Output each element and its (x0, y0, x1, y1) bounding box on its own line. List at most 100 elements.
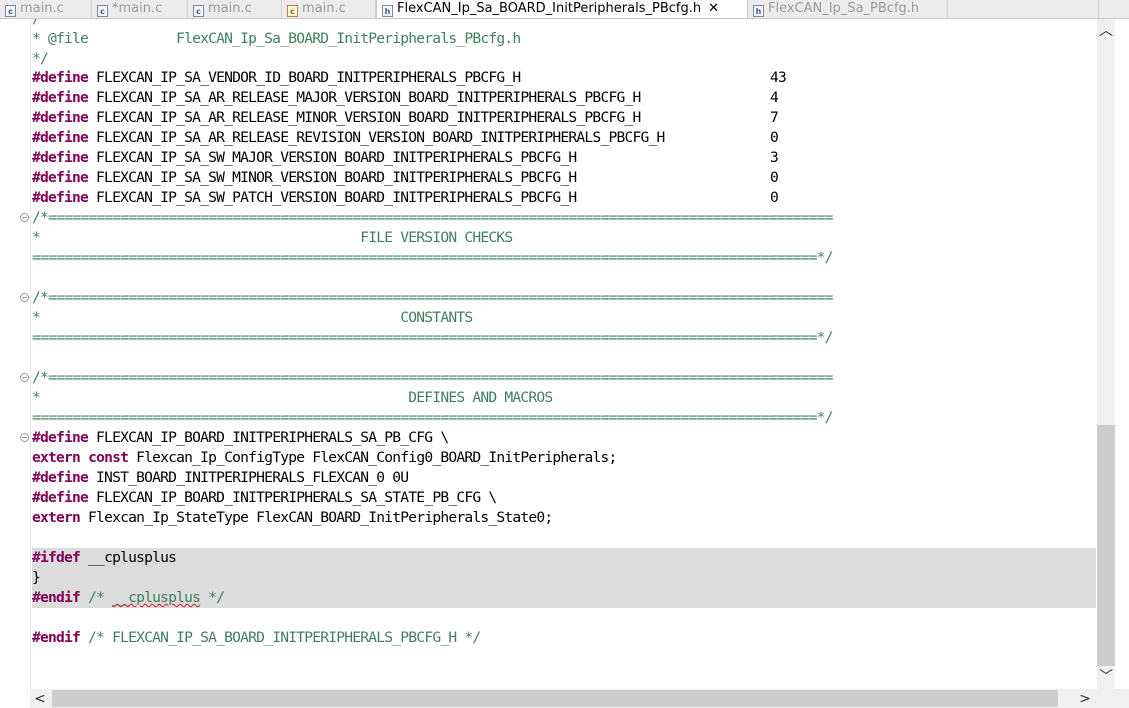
horizontal-scroll-thumb[interactable] (52, 690, 1058, 707)
comment: /* FLEXCAN_IP_SA_BOARD_INITPERIPHERALS_P… (80, 629, 481, 646)
tab-label: *main.c (112, 1, 163, 16)
fold-collapse-icon[interactable]: − (20, 293, 29, 302)
macro-value: 43 (770, 69, 787, 86)
c-file-icon: c (97, 5, 108, 17)
keyword: #endif (32, 589, 81, 606)
keyword: const (88, 449, 129, 466)
tab-overflow-area (1098, 0, 1121, 18)
scroll-right-icon[interactable]: > (1076, 690, 1094, 708)
h-file-icon: h (753, 5, 764, 17)
code-editor[interactable]: / * @file FlexCAN_Ip_Sa_BOARD_InitPeriph… (12, 19, 1096, 689)
code-line: /*======================================… (32, 289, 833, 306)
code-line: #define FLEXCAN_IP_SA_SW_MINOR_VERSION_B… (32, 168, 577, 188)
tab-label: main.c (20, 1, 64, 16)
keyword: #define (32, 69, 89, 86)
scroll-down-icon[interactable]: ﹀ (1097, 668, 1115, 686)
code-line: ========================================… (32, 409, 833, 426)
code-line: #define FLEXCAN_IP_SA_AR_RELEASE_MINOR_V… (32, 108, 641, 128)
code-line: / (32, 19, 41, 29)
code-line: #define FLEXCAN_IP_SA_AR_RELEASE_REVISIO… (32, 128, 665, 148)
gutter-separator (30, 19, 31, 689)
macro-value: 0 (770, 169, 779, 186)
editor-tab-bar: c main.c c *main.c c main.c c main.c h FlexCA… (0, 0, 1129, 19)
code-line: #define FLEXCAN_IP_BOARD_INITPERIPHERALS… (32, 428, 449, 448)
macro-value: 3 (770, 149, 779, 166)
tab-label: main.c (302, 1, 346, 16)
macro-value: 4 (770, 89, 779, 106)
macro-value: 0 (770, 189, 779, 206)
tab-label: FlexCAN_Ip_Sa_BOARD_InitPeripherals_PBcf… (397, 1, 702, 16)
overview-ruler (1115, 19, 1129, 689)
keyword: extern (32, 449, 81, 466)
code-line: #endif /* __cplusplus */ (32, 588, 225, 608)
tab-main-c-1[interactable]: c main.c (0, 0, 92, 18)
tab-main-c-2[interactable]: c *main.c (92, 0, 188, 18)
keyword: #endif (32, 629, 81, 646)
tab-main-c-4[interactable]: c main.c (282, 0, 376, 18)
fold-collapse-icon[interactable]: − (20, 373, 29, 382)
code-line: #ifdef __cplusplus (32, 548, 177, 568)
comment: /* (80, 589, 113, 606)
keyword: #define (32, 189, 89, 206)
code-line: #endif /* FLEXCAN_IP_SA_BOARD_INITPERIPH… (32, 628, 481, 648)
close-icon[interactable]: ✕ (708, 1, 719, 16)
c-file-icon: c (193, 5, 204, 17)
comment: */ (200, 589, 225, 606)
code-line: #define INST_BOARD_INITPERIPHERALS_FLEXC… (32, 468, 409, 488)
fold-collapse-icon[interactable]: − (20, 213, 29, 222)
macro-name: FLEXCAN_IP_SA_SW_PATCH_VERSION_BOARD_INI… (88, 189, 577, 206)
macro-name: FLEXCAN_IP_SA_AR_RELEASE_MAJOR_VERSION_B… (88, 89, 641, 106)
code-line: ========================================… (32, 329, 833, 346)
scroll-left-icon[interactable]: < (31, 690, 49, 708)
code-line: #define FLEXCAN_IP_SA_SW_MAJOR_VERSION_B… (32, 148, 577, 168)
tab-flexcan-board-pbcfg-h[interactable]: h FlexCAN_Ip_Sa_BOARD_InitPeripherals_PBc… (376, 0, 748, 18)
code-line: ========================================… (32, 249, 833, 266)
keyword: #define (32, 149, 89, 166)
scroll-up-icon[interactable]: ︿ (1097, 22, 1115, 40)
macro-name: FLEXCAN_IP_SA_AR_RELEASE_MINOR_VERSION_B… (88, 109, 641, 126)
keyword: #ifdef (32, 549, 81, 566)
vertical-scroll-thumb[interactable] (1097, 425, 1115, 666)
code-text: Flexcan_Ip_StateType FlexCAN_BOARD_InitP… (80, 509, 553, 526)
code-text: Flexcan_Ip_ConfigType FlexCAN_Config0_BO… (128, 449, 617, 466)
code-line: /*======================================… (32, 369, 833, 386)
code-line: * FILE VERSION CHECKS (32, 229, 513, 246)
c-file-warning-icon: c (287, 5, 298, 17)
tab-main-c-3[interactable]: c main.c (188, 0, 282, 18)
keyword: #define (32, 469, 89, 486)
keyword: #define (32, 129, 89, 146)
scrollbar-corner (1097, 689, 1129, 708)
code-line: #define FLEXCAN_IP_SA_SW_PATCH_VERSION_B… (32, 188, 577, 208)
code-line: extern Flexcan_Ip_StateType FlexCAN_BOAR… (32, 508, 553, 528)
code-line: } (32, 569, 41, 586)
c-file-icon: c (5, 5, 16, 17)
keyword: #define (32, 489, 89, 506)
code-line: #define FLEXCAN_IP_BOARD_INITPERIPHERALS… (32, 488, 497, 508)
code-text: FLEXCAN_IP_BOARD_INITPERIPHERALS_SA_PB_C… (88, 429, 449, 446)
misspelled-word: __cplusplus (112, 589, 201, 606)
code-line: #define FLEXCAN_IP_SA_AR_RELEASE_MAJOR_V… (32, 88, 641, 108)
keyword: #define (32, 89, 89, 106)
keyword: #define (32, 169, 89, 186)
h-file-icon: h (382, 5, 393, 17)
code-text: __cplusplus (80, 549, 177, 566)
tab-flexcan-sa-pbcfg-h[interactable]: h FlexCAN_Ip_Sa_PBcfg.h (748, 0, 948, 18)
editor-gutter (0, 19, 12, 689)
macro-name: FLEXCAN_IP_SA_AR_RELEASE_REVISION_VERSIO… (88, 129, 665, 146)
code-line: * DEFINES AND MACROS (32, 389, 553, 406)
fold-collapse-icon[interactable]: − (20, 433, 29, 442)
macro-name: FLEXCAN_IP_SA_VENDOR_ID_BOARD_INITPERIPH… (88, 69, 521, 86)
code-line: * CONSTANTS (32, 309, 473, 326)
keyword: extern (32, 509, 81, 526)
code-line: */ (32, 50, 49, 67)
code-line: extern const Flexcan_Ip_ConfigType FlexC… (32, 448, 617, 468)
tab-label: FlexCAN_Ip_Sa_PBcfg.h (768, 1, 920, 16)
macro-name: FLEXCAN_IP_SA_SW_MAJOR_VERSION_BOARD_INI… (88, 149, 577, 166)
code-line: * @file FlexCAN_Ip_Sa_BOARD_InitPeripher… (32, 30, 521, 47)
macro-name: FLEXCAN_IP_SA_SW_MINOR_VERSION_BOARD_INI… (88, 169, 577, 186)
code-line: /*======================================… (32, 209, 833, 226)
code-text: FLEXCAN_IP_BOARD_INITPERIPHERALS_SA_STAT… (88, 489, 497, 506)
keyword: #define (32, 429, 89, 446)
code-line: #define FLEXCAN_IP_SA_VENDOR_ID_BOARD_IN… (32, 68, 521, 88)
code-text: INST_BOARD_INITPERIPHERALS_FLEXCAN_0 0U (88, 469, 409, 486)
